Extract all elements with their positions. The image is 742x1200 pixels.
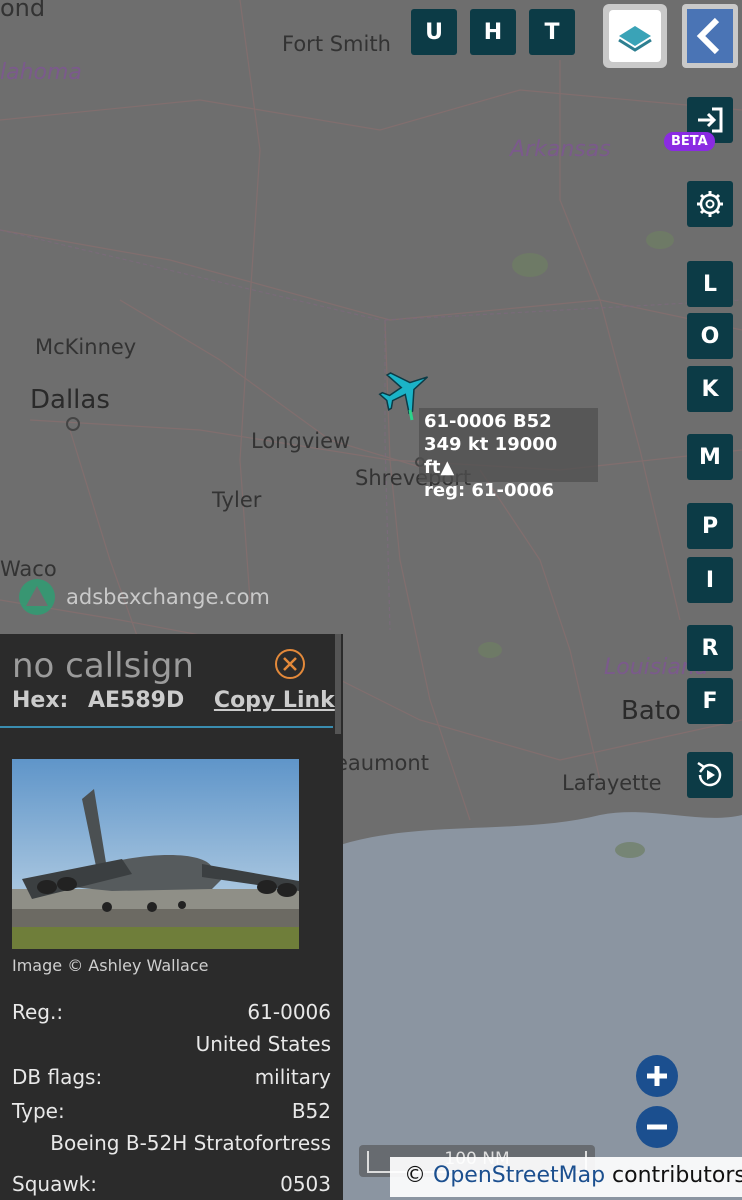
place-label: Longview (251, 429, 351, 453)
i-button[interactable]: I (687, 557, 733, 603)
squawk-value: 0503 (280, 1172, 331, 1196)
u-button[interactable]: U (411, 9, 457, 55)
beta-badge: BETA (664, 132, 715, 151)
hex-value: AE589D (88, 688, 185, 713)
t-button[interactable]: T (529, 9, 575, 55)
watermark-text: adsbexchange.com (66, 585, 270, 609)
panel-scrollbar[interactable] (335, 634, 341, 734)
f-button[interactable]: F (687, 678, 733, 724)
place-label: Bato (621, 696, 681, 726)
layers-icon (618, 26, 652, 52)
place-label: Tyler (212, 488, 262, 512)
zoom-in-button[interactable] (636, 1055, 678, 1097)
aircraft-info-panel: no callsign Hex: AE589D Copy Link Image … (0, 634, 343, 1200)
place-label: Fort Smith (282, 32, 391, 56)
reg-value: 61-0006 (247, 1000, 331, 1024)
place-label: Arkansas (510, 137, 611, 162)
place-label: McKinney (35, 335, 137, 359)
close-button[interactable] (275, 649, 305, 679)
image-credit: Image © Ashley Wallace (12, 956, 209, 975)
k-button[interactable]: K (687, 366, 733, 412)
copy-link[interactable]: Copy Link (214, 688, 335, 713)
squawk-label: Squawk: (12, 1172, 97, 1196)
aircraft-label-line2: 349 kt 19000 ft▲ (424, 434, 558, 478)
settings-button[interactable] (687, 181, 733, 227)
hex-label: Hex: (12, 688, 69, 713)
l-button[interactable]: L (687, 261, 733, 307)
p-button[interactable]: P (687, 503, 733, 549)
type-label: Type: (12, 1099, 65, 1123)
openstreetmap-link[interactable]: OpenStreetMap (433, 1163, 605, 1188)
layers-button[interactable] (603, 4, 667, 68)
reg-label: Reg.: (12, 1000, 64, 1024)
watermark: adsbexchange.com (18, 578, 270, 616)
aircraft-photo[interactable] (12, 759, 299, 949)
place-label: Dallas (30, 385, 110, 415)
type-full-value: Boeing B-52H Stratofortress (50, 1131, 331, 1155)
country-value: United States (195, 1032, 331, 1056)
r-button[interactable]: R (687, 625, 733, 671)
collapse-sidebar-button[interactable] (682, 4, 738, 68)
plus-icon (647, 1066, 667, 1086)
attribution-suffix: contributors. (612, 1163, 742, 1188)
dbflags-value: military (254, 1065, 331, 1089)
aircraft-label-line3: reg: 61-0006 (424, 480, 555, 501)
panel-divider (0, 726, 333, 728)
aircraft-info-label: 61-0006 B52 349 kt 19000 ft▲ reg: 61-000… (419, 408, 598, 501)
callsign: no callsign (12, 646, 194, 686)
zoom-out-button[interactable] (636, 1106, 678, 1148)
place-label: Lafayette (562, 771, 662, 795)
chevron-left-icon (696, 17, 720, 55)
gear-icon (697, 191, 723, 217)
place-label: lahoma (0, 60, 82, 85)
replay-button[interactable] (687, 752, 733, 798)
replay-icon (697, 761, 722, 787)
gulf-water (340, 812, 742, 1200)
type-value: B52 (291, 1099, 331, 1123)
place-label: ond (0, 0, 46, 22)
h-button[interactable]: H (470, 9, 516, 55)
m-button[interactable]: M (687, 434, 733, 480)
o-button[interactable]: O (687, 313, 733, 359)
close-icon (283, 657, 297, 671)
hex-row: Hex: AE589D Copy Link (12, 688, 335, 713)
copyright-symbol: © (404, 1163, 426, 1188)
place-label: eaumont (335, 751, 429, 775)
aircraft-label-line1: 61-0006 B52 (424, 411, 552, 432)
minus-icon (647, 1124, 667, 1130)
map-attribution: © OpenStreetMap contributors. (390, 1157, 742, 1197)
dbflags-label: DB flags: (12, 1065, 103, 1089)
adsbexchange-logo-icon (19, 579, 55, 615)
